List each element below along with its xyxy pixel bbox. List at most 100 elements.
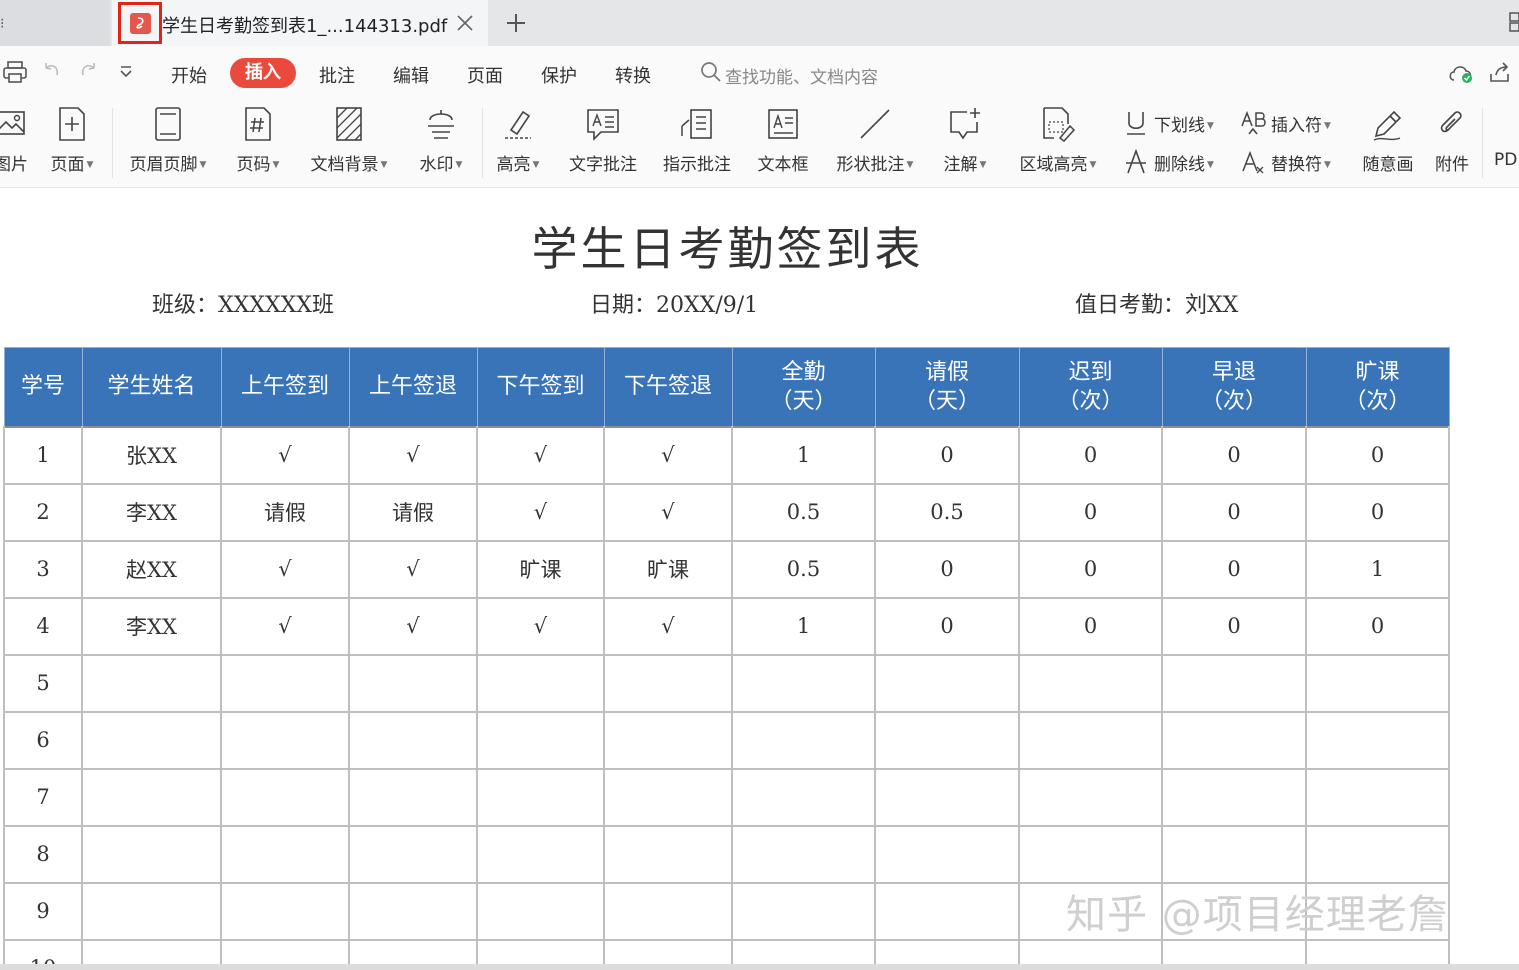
doc-background-button[interactable]: 文档背景 ▼ xyxy=(302,98,396,188)
cell-student-id: 6 xyxy=(3,710,83,770)
chevron-down-icon: ▼ xyxy=(380,160,388,170)
cell-full-attendance: 0.5 xyxy=(731,482,876,542)
cell-pm-checkout xyxy=(603,653,733,713)
area-highlight-button[interactable]: 区域高亮 ▼ xyxy=(1012,98,1104,188)
table-row: 8 xyxy=(3,824,1450,884)
window-layout-icon[interactable] xyxy=(1506,12,1519,32)
shape-comment-icon xyxy=(860,109,890,139)
cell-late: 0 xyxy=(1018,539,1163,599)
cloud-sync-icon[interactable] xyxy=(1447,62,1475,84)
ribbon-separator xyxy=(1482,108,1483,178)
add-page-icon xyxy=(59,107,85,141)
menu-start[interactable]: 开始 xyxy=(171,62,207,88)
document-title: 学生日考勤签到表 xyxy=(531,222,924,276)
annotation-button[interactable]: 注解 ▼ xyxy=(936,98,994,188)
image-button[interactable]: 图片 xyxy=(0,98,36,188)
freehand-button[interactable]: 随意画 xyxy=(1356,98,1420,188)
chevron-down-icon: ▼ xyxy=(1324,160,1331,170)
cell-am-checkin xyxy=(220,710,350,770)
tab-previous[interactable]: ⁝ xyxy=(0,0,110,46)
highlight-button[interactable]: 高亮 ▼ xyxy=(490,98,546,188)
annotation-label: 注解 xyxy=(943,155,978,175)
table-row: 5 xyxy=(3,653,1450,713)
duty-info: 值日考勤：刘XX xyxy=(1075,293,1239,318)
ribbon-separator xyxy=(112,108,113,178)
print-icon[interactable] xyxy=(2,60,28,84)
share-icon[interactable] xyxy=(1488,62,1512,84)
cell-absent: 0 xyxy=(1305,596,1450,656)
cell-pm-checkout xyxy=(603,881,733,941)
table-row: 4 李XX √ √ √ √ 1 0 0 0 0 xyxy=(3,596,1450,656)
chevron-down-icon: ▼ xyxy=(1324,121,1331,131)
search-icon[interactable] xyxy=(700,61,722,83)
cell-am-checkin: √ xyxy=(220,425,350,485)
attachment-button[interactable]: 附件 xyxy=(1426,98,1478,188)
tab-bar: ⁝ 学生日考勤签到表1_...144313.pdf xyxy=(0,0,1519,46)
pointer-comment-icon xyxy=(681,109,712,139)
pdf-file-icon xyxy=(118,2,162,44)
text-comment-button[interactable]: 文字批注 xyxy=(562,98,644,188)
cell-full-attendance xyxy=(731,881,876,941)
watermark-button[interactable]: 水印 ▼ xyxy=(410,98,472,188)
redo-icon[interactable] xyxy=(78,60,100,82)
cell-am-checkin xyxy=(220,881,350,941)
cell-pm-checkin xyxy=(476,653,605,713)
chevron-down-icon: ▼ xyxy=(455,160,463,170)
add-page-button[interactable]: 页面 ▼ xyxy=(44,98,100,188)
cell-am-checkout: √ xyxy=(348,596,478,656)
text-comment-icon xyxy=(587,109,619,141)
cell-leave xyxy=(874,938,1020,966)
highlight-label: 高亮 xyxy=(496,155,531,175)
cell-leave xyxy=(874,767,1020,827)
close-icon[interactable] xyxy=(454,12,476,34)
date-info: 日期：20XX/9/1 xyxy=(590,293,759,318)
cell-early-leave: 0 xyxy=(1161,482,1307,542)
cell-student-id: 8 xyxy=(3,824,83,884)
menu-edit[interactable]: 编辑 xyxy=(393,62,429,88)
image-label: 图片 xyxy=(0,155,28,175)
menu-comment[interactable]: 批注 xyxy=(319,62,355,88)
cell-late: 0 xyxy=(1018,482,1163,542)
cell-am-checkin: √ xyxy=(220,596,350,656)
cell-absent: 0 xyxy=(1305,425,1450,485)
add-tab-icon[interactable] xyxy=(503,10,529,36)
cell-am-checkin xyxy=(220,938,350,966)
cell-student-id: 5 xyxy=(3,653,83,713)
chevron-down-icon: ▼ xyxy=(1207,121,1214,131)
page-number-button[interactable]: 页码 ▼ xyxy=(228,98,288,188)
search-input[interactable]: 查找功能、文档内容 xyxy=(725,63,878,88)
undo-icon[interactable] xyxy=(40,60,62,82)
replace-symbol-button[interactable]: 替换符 ▼ xyxy=(1241,147,1345,177)
table-row: 2 李XX 请假 请假 √ √ 0.5 0.5 0 0 0 xyxy=(3,482,1450,542)
insert-symbol-label: 插入符 xyxy=(1271,116,1322,136)
horizontal-scrollbar[interactable] xyxy=(0,964,1519,970)
menu-convert[interactable]: 转换 xyxy=(615,62,651,88)
header-am-checkout: 上午签退 xyxy=(348,347,478,427)
table-row: 10 xyxy=(3,938,1450,966)
menu-page[interactable]: 页面 xyxy=(467,62,503,88)
cell-am-checkout: √ xyxy=(348,425,478,485)
cell-leave: 0.5 xyxy=(874,482,1020,542)
cell-pm-checkout xyxy=(603,767,733,827)
underline-button[interactable]: 下划线 ▼ xyxy=(1124,108,1234,138)
menu-insert[interactable]: 插入 xyxy=(230,58,296,88)
pdf-convert-button[interactable]: PD xyxy=(1490,98,1519,188)
insert-symbol-button[interactable]: 插入符 ▼ xyxy=(1241,108,1345,138)
cell-am-checkin: √ xyxy=(220,539,350,599)
strikethrough-button[interactable]: 删除线 ▼ xyxy=(1124,147,1234,177)
menu-protect[interactable]: 保护 xyxy=(541,62,577,88)
cell-leave: 0 xyxy=(874,539,1020,599)
image-icon xyxy=(0,111,25,135)
freehand-icon xyxy=(1373,110,1402,141)
cell-pm-checkin xyxy=(476,710,605,770)
textbox-label: 文本框 xyxy=(757,155,809,175)
cell-pm-checkin xyxy=(476,767,605,827)
textbox-button[interactable]: 文本框 xyxy=(752,98,814,188)
shape-comment-button[interactable]: 形状批注 ▼ xyxy=(830,98,920,188)
cell-pm-checkout xyxy=(603,710,733,770)
pointer-comment-button[interactable]: 指示批注 xyxy=(656,98,738,188)
quick-access-dropdown-icon[interactable] xyxy=(118,64,134,80)
header-footer-button[interactable]: 页眉页脚 ▼ xyxy=(122,98,214,188)
cell-student-id: 2 xyxy=(3,482,83,542)
cell-am-checkin xyxy=(220,824,350,884)
